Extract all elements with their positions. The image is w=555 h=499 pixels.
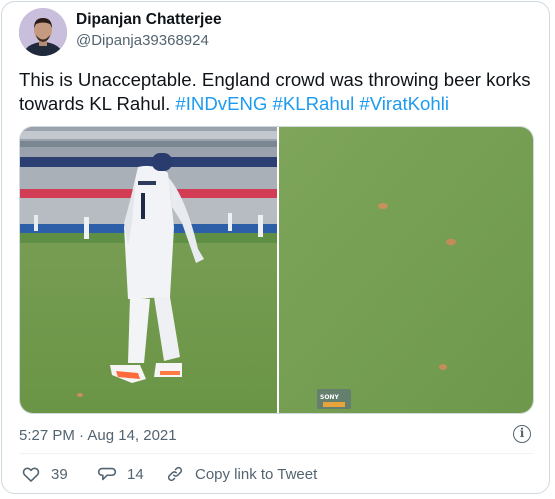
replies-count: 14: [127, 465, 144, 483]
copy-link-button[interactable]: Copy link to Tweet: [165, 463, 317, 485]
tweet-text: This is Unacceptable. England crowd was …: [19, 68, 539, 116]
author-handle[interactable]: @Dipanja39368924: [76, 32, 209, 49]
info-icon[interactable]: i: [513, 425, 531, 443]
link-icon: [167, 466, 183, 482]
tweet-timestamp[interactable]: 5:27 PM · Aug 14, 2021: [19, 427, 177, 444]
broadcast-logo: SONY: [317, 389, 351, 409]
copy-link-label: Copy link to Tweet: [195, 465, 318, 483]
tweet-card: Dipanjan Chatterjee @Dipanja39368924 Thi…: [1, 1, 550, 494]
tweet-media[interactable]: SONY: [19, 126, 534, 414]
hashtag-klrahul[interactable]: #KLRahul: [273, 93, 355, 114]
reply-icon: [97, 467, 117, 481]
author-name[interactable]: Dipanjan Chatterjee: [76, 11, 222, 29]
media-photo-fielder[interactable]: [20, 127, 277, 414]
likes-count: 39: [51, 465, 68, 483]
reply-button[interactable]: 14: [97, 463, 144, 485]
like-button[interactable]: 39: [21, 463, 68, 485]
broadcast-logo-text: SONY: [320, 394, 339, 401]
divider: [19, 453, 534, 454]
avatar-photo: [19, 8, 67, 56]
hashtag-viratkohli[interactable]: #ViratKohli: [359, 93, 449, 114]
hashtag-indveng[interactable]: #INDvENG: [175, 93, 267, 114]
avatar[interactable]: [19, 8, 67, 56]
heart-icon: [22, 467, 40, 482]
media-photo-corks[interactable]: SONY: [279, 127, 534, 414]
